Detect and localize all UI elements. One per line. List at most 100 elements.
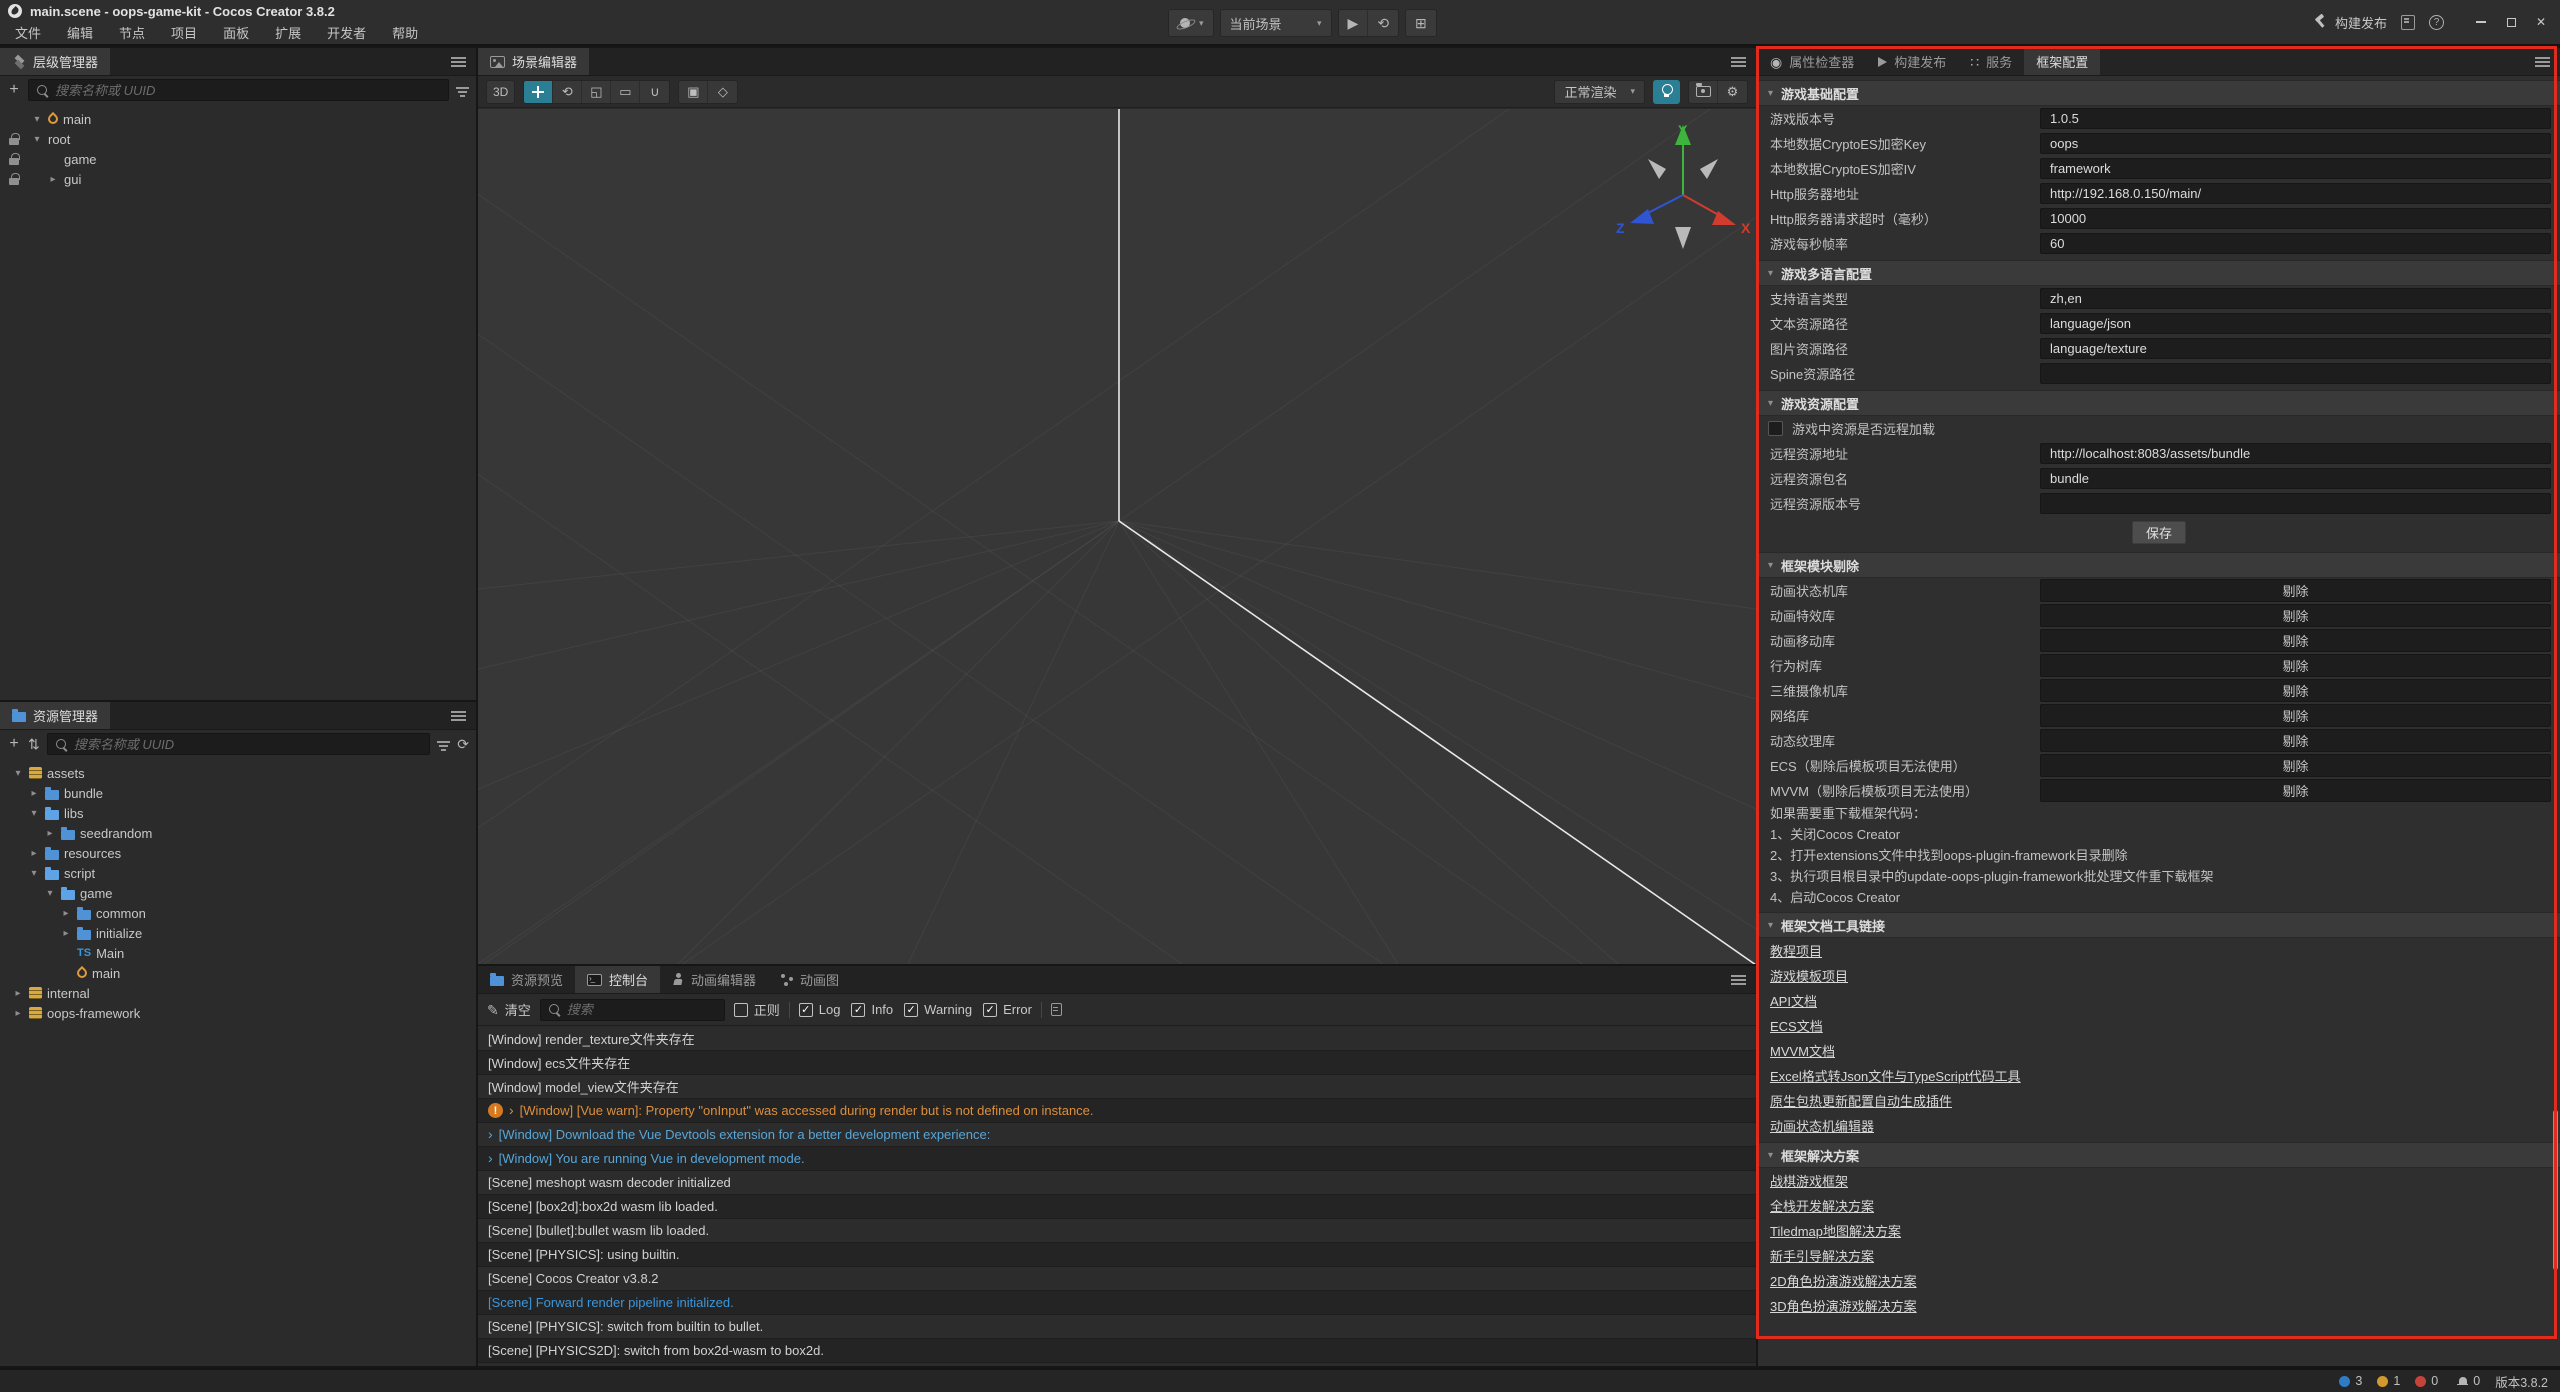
chevron-right-icon[interactable]: ▸ bbox=[28, 788, 40, 799]
remove-button[interactable]: 剔除 bbox=[2040, 779, 2551, 802]
hierarchy-search-input[interactable] bbox=[55, 83, 441, 98]
asset-node-game[interactable]: ▾game bbox=[0, 883, 476, 903]
section-header-5[interactable]: ▾框架解决方案 bbox=[1758, 1142, 2560, 1168]
chevron-right-icon[interactable]: ▸ bbox=[60, 928, 72, 939]
menu-item-3[interactable]: 项目 bbox=[158, 22, 210, 46]
log-row[interactable]: [Scene] [bullet]:bullet wasm lib loaded. bbox=[478, 1219, 1756, 1243]
panel-menu-icon[interactable] bbox=[1731, 57, 1746, 67]
add-node-button[interactable]: + bbox=[7, 82, 21, 98]
expand-chevron-icon[interactable]: › bbox=[488, 1127, 493, 1141]
assets-search-input[interactable] bbox=[74, 737, 423, 752]
chevron-right-icon[interactable]: ▸ bbox=[60, 908, 72, 919]
remote-load-checkbox-row[interactable]: 游戏中资源是否远程加载 bbox=[1758, 416, 2560, 441]
hierarchy-search[interactable] bbox=[28, 79, 449, 101]
section-header-0[interactable]: ▾游戏基础配置 bbox=[1758, 80, 2560, 106]
remove-button[interactable]: 剔除 bbox=[2040, 754, 2551, 777]
section-header-1[interactable]: ▾游戏多语言配置 bbox=[1758, 260, 2560, 286]
asset-node-libs[interactable]: ▾libs bbox=[0, 803, 476, 823]
field-input[interactable]: framework bbox=[2040, 158, 2551, 179]
asset-node-assets[interactable]: ▾assets bbox=[0, 763, 476, 783]
doc-link[interactable]: 游戏模板项目 bbox=[1770, 966, 1848, 985]
field-input[interactable]: zh,en bbox=[2040, 288, 2551, 309]
menu-item-7[interactable]: 帮助 bbox=[379, 22, 431, 46]
expand-chevron-icon[interactable]: › bbox=[509, 1103, 514, 1117]
log-row[interactable]: [Window] render_texture文件夹存在 bbox=[478, 1027, 1756, 1051]
log-row[interactable]: [Scene] Cocos Creator v3.8.2 bbox=[478, 1267, 1756, 1291]
close-button[interactable]: ✕ bbox=[2528, 11, 2554, 33]
asset-node-script[interactable]: ▾script bbox=[0, 863, 476, 883]
filter-warning-checkbox[interactable]: ✓Warning bbox=[904, 1002, 972, 1017]
chevron-right-icon[interactable]: ▸ bbox=[12, 1008, 24, 1019]
render-mode-dropdown[interactable]: 正常渲染 ▾ bbox=[1554, 80, 1645, 104]
chevron-down-icon[interactable]: ▾ bbox=[31, 114, 43, 125]
snap-grid-button[interactable]: ▣ bbox=[679, 81, 708, 103]
tab-console-1[interactable]: 控制台 bbox=[575, 966, 660, 993]
add-asset-button[interactable]: + bbox=[7, 736, 21, 752]
hierarchy-node-gui[interactable]: ▸gui bbox=[0, 169, 476, 189]
panel-menu-icon[interactable] bbox=[451, 57, 466, 67]
asset-node-oops-framework[interactable]: ▸oops-framework bbox=[0, 1003, 476, 1023]
filter-icon[interactable] bbox=[456, 87, 469, 99]
section-header-3[interactable]: ▾框架模块剔除 bbox=[1758, 552, 2560, 578]
asset-node-main[interactable]: main bbox=[0, 963, 476, 983]
field-input[interactable] bbox=[2040, 363, 2551, 384]
warning-count-indicator[interactable]: 1 bbox=[2377, 1374, 2400, 1388]
snap-rotate-button[interactable]: ◇ bbox=[708, 81, 737, 103]
log-row[interactable]: [Scene] [PHYSICS]: switch from builtin t… bbox=[478, 1315, 1756, 1339]
doc-link[interactable]: 新手引导解决方案 bbox=[1770, 1246, 1874, 1265]
doc-link[interactable]: Tiledmap地图解决方案 bbox=[1770, 1221, 1901, 1240]
console-log-list[interactable]: [Window] render_texture文件夹存在[Window] ecs… bbox=[478, 1027, 1756, 1366]
tab-console-3[interactable]: 动画图 bbox=[768, 966, 851, 993]
doc-link[interactable]: 3D角色扮演游戏解决方案 bbox=[1770, 1296, 1917, 1315]
panel-menu-icon[interactable] bbox=[1731, 975, 1746, 985]
tab-inspector-0[interactable]: ◉属性检查器 bbox=[1758, 48, 1866, 75]
field-input[interactable]: http://localhost:8083/assets/bundle bbox=[2040, 443, 2551, 464]
menu-item-5[interactable]: 扩展 bbox=[262, 22, 314, 46]
asset-node-seedrandom[interactable]: ▸seedrandom bbox=[0, 823, 476, 843]
lighting-toggle-button[interactable] bbox=[1653, 80, 1680, 104]
hierarchy-node-game[interactable]: game bbox=[0, 149, 476, 169]
log-row[interactable]: [Scene] meshopt wasm decoder initialized bbox=[478, 1171, 1756, 1195]
project-folder-icon[interactable] bbox=[2401, 15, 2415, 30]
tab-scene-editor[interactable]: 场景编辑器 bbox=[478, 48, 589, 75]
assets-search[interactable] bbox=[47, 733, 431, 755]
doc-link[interactable]: 全栈开发解决方案 bbox=[1770, 1196, 1874, 1215]
asset-node-Main[interactable]: TSMain bbox=[0, 943, 476, 963]
doc-link[interactable]: 原生包热更新配置自动生成插件 bbox=[1770, 1091, 1952, 1110]
chevron-right-icon[interactable]: ▸ bbox=[28, 848, 40, 859]
tab-inspector-2[interactable]: ∷服务 bbox=[1958, 48, 2024, 75]
doc-link[interactable]: MVVM文档 bbox=[1770, 1041, 1835, 1060]
log-row[interactable]: [Scene] [PHYSICS2D]: switch from box2d-w… bbox=[478, 1339, 1756, 1363]
hierarchy-node-main[interactable]: ▾main bbox=[0, 109, 476, 129]
tab-console-0[interactable]: 资源预览 bbox=[478, 966, 575, 993]
checkbox-icon[interactable] bbox=[1768, 421, 1783, 436]
doc-link[interactable]: 战棋游戏框架 bbox=[1770, 1171, 1848, 1190]
menu-item-6[interactable]: 开发者 bbox=[314, 22, 379, 46]
menu-item-0[interactable]: 文件 bbox=[2, 22, 54, 46]
doc-link[interactable]: 动画状态机编辑器 bbox=[1770, 1116, 1874, 1135]
filter-icon[interactable] bbox=[437, 741, 450, 753]
log-row[interactable]: [Window] model_view文件夹存在 bbox=[478, 1075, 1756, 1099]
remove-button[interactable]: 剔除 bbox=[2040, 729, 2551, 752]
panel-menu-icon[interactable] bbox=[451, 711, 466, 721]
remove-button[interactable]: 剔除 bbox=[2040, 704, 2551, 727]
console-search[interactable] bbox=[540, 999, 725, 1021]
log-row[interactable]: ›[Window] You are running Vue in develop… bbox=[478, 1147, 1756, 1171]
field-input[interactable]: bundle bbox=[2040, 468, 2551, 489]
play-button[interactable]: ▶ bbox=[1339, 10, 1369, 36]
menu-item-1[interactable]: 编辑 bbox=[54, 22, 106, 46]
doc-link[interactable]: 教程项目 bbox=[1770, 941, 1822, 960]
remove-button[interactable]: 剔除 bbox=[2040, 629, 2551, 652]
layout-button[interactable]: ⊞ bbox=[1405, 9, 1437, 37]
asset-node-internal[interactable]: ▸internal bbox=[0, 983, 476, 1003]
console-search-input[interactable] bbox=[567, 1002, 717, 1017]
save-button[interactable]: 保存 bbox=[2132, 521, 2186, 544]
scene-settings-button[interactable]: ⚙ bbox=[1718, 81, 1747, 103]
error-count-indicator[interactable]: 0 bbox=[2415, 1374, 2438, 1388]
rect-tool-button[interactable]: ▭ bbox=[611, 81, 640, 103]
platform-select-button[interactable]: ▾ bbox=[1168, 9, 1214, 37]
remove-button[interactable]: 剔除 bbox=[2040, 679, 2551, 702]
chevron-right-icon[interactable]: ▸ bbox=[12, 988, 24, 999]
move-tool-button[interactable] bbox=[524, 81, 553, 103]
chevron-right-icon[interactable]: ▸ bbox=[44, 828, 56, 839]
